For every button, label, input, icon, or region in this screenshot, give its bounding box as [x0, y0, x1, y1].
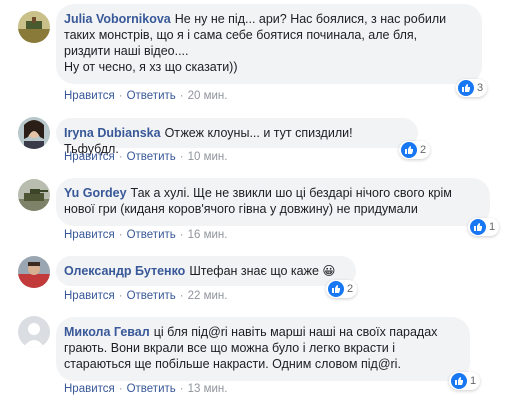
- reaction-count[interactable]: 2: [399, 141, 431, 159]
- avatar-photo-icon: [18, 11, 50, 43]
- comment-author[interactable]: Iryna Dubianska: [64, 126, 161, 140]
- comment-bubble: Julia Vobornikova Не ну не під... ари? На…: [56, 4, 482, 84]
- reaction-number: 1: [470, 375, 477, 387]
- comment-list: Julia Vobornikova Не ну не під... ари? На…: [0, 0, 515, 401]
- avatar[interactable]: [18, 11, 50, 43]
- reply-link[interactable]: Ответить: [127, 383, 176, 395]
- comment-timestamp[interactable]: 16 мин.: [188, 229, 228, 241]
- reaction-number: 1: [489, 221, 496, 233]
- like-link[interactable]: Нравится: [64, 151, 115, 163]
- comment-actions: Нравится · Ответить · 20 мин.: [64, 90, 228, 102]
- like-link[interactable]: Нравится: [64, 90, 115, 102]
- like-link[interactable]: Нравится: [64, 383, 115, 395]
- reaction-count[interactable]: 1: [468, 218, 500, 236]
- comment-author[interactable]: Yu Gordey: [64, 186, 127, 200]
- comment-bubble: Iryna Dubianska Отжеж клоуны... и тут спи…: [56, 118, 418, 156]
- thumbs-up-icon: [401, 142, 417, 158]
- reply-link[interactable]: Ответить: [127, 151, 176, 163]
- avatar-photo-icon: [18, 117, 50, 149]
- reaction-count[interactable]: 3: [456, 79, 488, 97]
- comment-timestamp[interactable]: 22 мин.: [188, 290, 228, 302]
- default-profile-icon: [18, 316, 50, 348]
- comment-actions: Нравится · Ответить · 22 мин.: [64, 290, 228, 302]
- reaction-count[interactable]: 2: [326, 280, 358, 298]
- comment-bubble: Олександр Бутенко Штефан знає що каже 😀: [56, 256, 356, 286]
- thumbs-up-icon: [451, 373, 467, 389]
- reply-link[interactable]: Ответить: [127, 290, 176, 302]
- thumbs-up-icon: [470, 219, 486, 235]
- comment-text: Штефан знає що каже 😀: [189, 264, 336, 278]
- avatar[interactable]: [18, 316, 50, 348]
- like-link[interactable]: Нравится: [64, 290, 115, 302]
- comment-author[interactable]: Микола Гевал: [64, 325, 150, 339]
- avatar-photo-icon: [18, 256, 50, 288]
- reaction-number: 2: [347, 283, 354, 295]
- avatar[interactable]: [18, 117, 50, 149]
- comment-timestamp[interactable]: 13 мин.: [188, 383, 228, 395]
- reaction-number: 3: [477, 82, 484, 94]
- reply-link[interactable]: Ответить: [127, 229, 176, 241]
- comment-timestamp[interactable]: 10 мин.: [188, 151, 228, 163]
- reaction-count[interactable]: 1: [449, 372, 481, 390]
- comment-author[interactable]: Julia Vobornikova: [64, 12, 171, 26]
- comment-actions: Нравится · Ответить · 10 мин.: [64, 151, 228, 163]
- avatar[interactable]: [18, 256, 50, 288]
- reaction-number: 2: [420, 144, 427, 156]
- avatar[interactable]: [18, 179, 50, 211]
- thumbs-up-icon: [328, 281, 344, 297]
- comment-bubble: Микола Гевал ці бля під@ri навіть марші н…: [56, 317, 470, 381]
- avatar-photo-icon: [18, 179, 50, 211]
- reply-link[interactable]: Ответить: [127, 90, 176, 102]
- comment-actions: Нравится · Ответить · 13 мин.: [64, 383, 228, 395]
- comment-author[interactable]: Олександр Бутенко: [64, 264, 185, 278]
- like-link[interactable]: Нравится: [64, 229, 115, 241]
- comment-actions: Нравится · Ответить · 16 мин.: [64, 229, 228, 241]
- comment-bubble: Yu Gordey Так а хулі. Ще не звикли шо ці …: [56, 178, 490, 226]
- comment-timestamp[interactable]: 20 мин.: [188, 90, 228, 102]
- thumbs-up-icon: [458, 80, 474, 96]
